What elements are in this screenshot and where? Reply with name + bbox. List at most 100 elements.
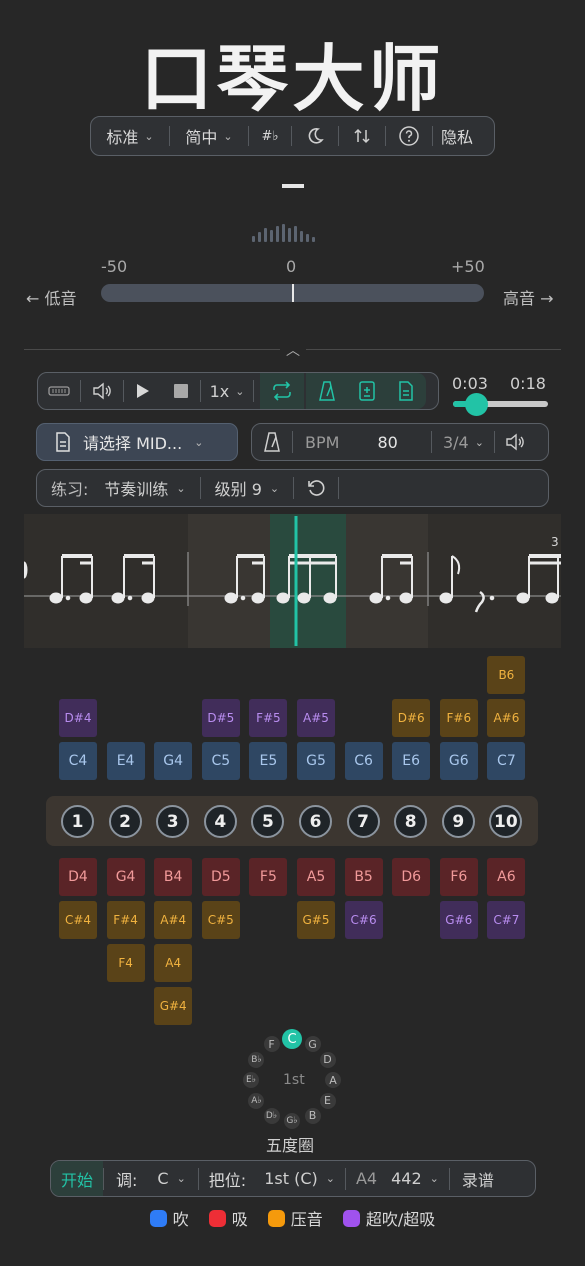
speed-select[interactable]: 1x ⌄ — [201, 373, 253, 409]
key-select[interactable]: C ⌄ — [157, 1161, 185, 1196]
draw-note-key[interactable]: G4 — [106, 858, 145, 896]
overdraw-note-key[interactable]: G#6 — [439, 901, 478, 939]
divider — [448, 1167, 450, 1190]
a4-frequency-select[interactable]: 442 ⌄ — [391, 1161, 439, 1196]
stop-icon — [174, 384, 188, 398]
help-button[interactable] — [386, 117, 432, 155]
draw-note-key[interactable]: D5 — [201, 858, 240, 896]
draw-bend-note-key[interactable]: F#4 — [106, 901, 145, 939]
privacy-link[interactable]: 隐私 — [433, 117, 481, 155]
draw-note-key[interactable]: D6 — [392, 858, 431, 896]
tap-tempo-button[interactable] — [252, 424, 292, 460]
blow-note-key[interactable]: C7 — [487, 742, 526, 780]
circle-of-fifths-key[interactable]: D♭ — [263, 1107, 280, 1124]
draw-note-key[interactable]: F5 — [249, 858, 288, 896]
volume-button[interactable] — [81, 373, 123, 409]
play-button[interactable] — [124, 373, 162, 409]
practice-bar: 练习: 节奏训练 ⌄ 级别 9 ⌄ — [36, 469, 549, 507]
blow-note-key[interactable]: C6 — [344, 742, 383, 780]
draw-note-key[interactable]: A5 — [297, 858, 335, 896]
draw-bend-note-key[interactable]: C#4 — [59, 901, 97, 939]
note-head — [49, 592, 63, 604]
metronome-icon — [264, 432, 280, 452]
bpm-input[interactable]: 80 — [377, 433, 417, 452]
chevron-down-icon: ⌄ — [144, 129, 154, 143]
circle-of-fifths-key[interactable]: G — [304, 1036, 321, 1053]
transport-bar: 1x ⌄ — [37, 372, 439, 410]
hole-button-3[interactable]: 3 — [156, 805, 190, 838]
draw-bend-note-key[interactable]: A#4 — [154, 901, 193, 939]
hole-button-6[interactable]: 6 — [299, 805, 332, 838]
start-button[interactable]: 开始 — [51, 1161, 103, 1196]
hole-button-8[interactable]: 8 — [394, 805, 428, 838]
blow-bend-note-key[interactable]: F#6 — [439, 699, 478, 737]
overblow-note-key[interactable]: F#5 — [249, 699, 288, 737]
blow-bend-note-key[interactable]: D#6 — [392, 699, 431, 737]
draw-note-key[interactable]: D4 — [59, 858, 97, 896]
progress-slider-thumb[interactable] — [465, 393, 488, 416]
overdraw-note-key[interactable]: C#6 — [344, 901, 383, 939]
draw-note-key[interactable]: F6 — [439, 858, 478, 896]
collapse-button[interactable]: ︿ — [280, 340, 306, 359]
blow-note-key[interactable]: G5 — [297, 742, 335, 780]
circle-of-fifths-key[interactable]: B — [304, 1107, 321, 1124]
metronome-button[interactable] — [306, 373, 348, 409]
score-document-button[interactable] — [386, 373, 426, 409]
time-signature-select[interactable]: 3/4 ⌄ — [432, 424, 494, 460]
hole-button-2[interactable]: 2 — [108, 805, 142, 838]
harmonica-view-button[interactable] — [38, 373, 80, 409]
add-score-button[interactable] — [348, 373, 386, 409]
draw-note-key[interactable]: B4 — [154, 858, 193, 896]
hole-button-7[interactable]: 7 — [346, 805, 380, 838]
circle-of-fifths-key[interactable]: A — [325, 1072, 341, 1088]
midi-file-select[interactable]: 请选择 MID... ⌄ — [36, 423, 238, 461]
circle-of-fifths-key[interactable]: E♭ — [243, 1072, 259, 1088]
stop-button[interactable] — [162, 373, 200, 409]
blow-note-key[interactable]: C4 — [59, 742, 97, 780]
restart-button[interactable] — [294, 470, 338, 506]
circle-of-fifths-key[interactable]: E — [319, 1092, 336, 1109]
bpm-label: BPM — [305, 432, 340, 452]
blow-note-key[interactable]: C5 — [201, 742, 240, 780]
level-select[interactable]: 级别 9 ⌄ — [215, 470, 280, 506]
position-select[interactable]: 1st (C) ⌄ — [264, 1161, 335, 1196]
draw-bend-note-key[interactable]: A4 — [154, 944, 193, 982]
hole-button-4[interactable]: 4 — [203, 805, 237, 838]
blow-note-key[interactable]: G4 — [154, 742, 193, 780]
high-pitch-label: 高音 → — [503, 289, 554, 308]
loop-button[interactable] — [260, 373, 304, 409]
hole-button-1[interactable]: 1 — [61, 805, 94, 838]
overblow-note-key[interactable]: D#4 — [59, 699, 97, 737]
dark-mode-button[interactable] — [292, 117, 338, 155]
circle-of-fifths-key[interactable]: G♭ — [284, 1113, 300, 1129]
help-icon — [399, 126, 419, 146]
overblow-note-key[interactable]: D#5 — [201, 699, 240, 737]
draw-bend-note-key[interactable]: F4 — [106, 944, 145, 982]
blow-note-key[interactable]: G6 — [439, 742, 478, 780]
draw-note-key[interactable]: B5 — [344, 858, 383, 896]
harmonica-type-select[interactable]: 标准 ⌄ — [91, 117, 169, 155]
circle-of-fifths-key[interactable]: A♭ — [248, 1092, 265, 1109]
blow-note-key[interactable]: E4 — [106, 742, 145, 780]
draw-note-key[interactable]: A6 — [487, 858, 526, 896]
blow-bend-note-key[interactable]: A#6 — [487, 699, 526, 737]
language-select[interactable]: 简中 ⌄ — [170, 117, 248, 155]
circle-of-fifths-key[interactable]: D — [319, 1051, 336, 1068]
hole-button-9[interactable]: 9 — [441, 805, 475, 838]
record-score-button[interactable]: 录谱 — [462, 1161, 494, 1196]
accidental-toggle-button[interactable]: #♭ — [249, 117, 291, 155]
blow-note-key[interactable]: E5 — [249, 742, 288, 780]
blow-note-key[interactable]: E6 — [392, 742, 431, 780]
blow-bend-note-key[interactable]: B6 — [487, 656, 526, 694]
circle-of-fifths-key[interactable]: C — [282, 1029, 302, 1049]
practice-mode-select[interactable]: 节奏训练 ⌄ — [104, 470, 185, 506]
sort-button[interactable] — [339, 117, 385, 155]
overblow-note-key[interactable]: A#5 — [297, 699, 335, 737]
circle-of-fifths-key[interactable]: F — [263, 1036, 280, 1053]
draw-bend-note-key[interactable]: C#5 — [201, 901, 240, 939]
draw-bend-note-key[interactable]: G#5 — [297, 901, 335, 939]
overdraw-note-key[interactable]: C#7 — [487, 901, 526, 939]
draw-bend-note-key[interactable]: G#4 — [154, 987, 193, 1025]
metronome-volume-button[interactable] — [495, 424, 535, 460]
circle-of-fifths-key[interactable]: B♭ — [248, 1051, 265, 1068]
